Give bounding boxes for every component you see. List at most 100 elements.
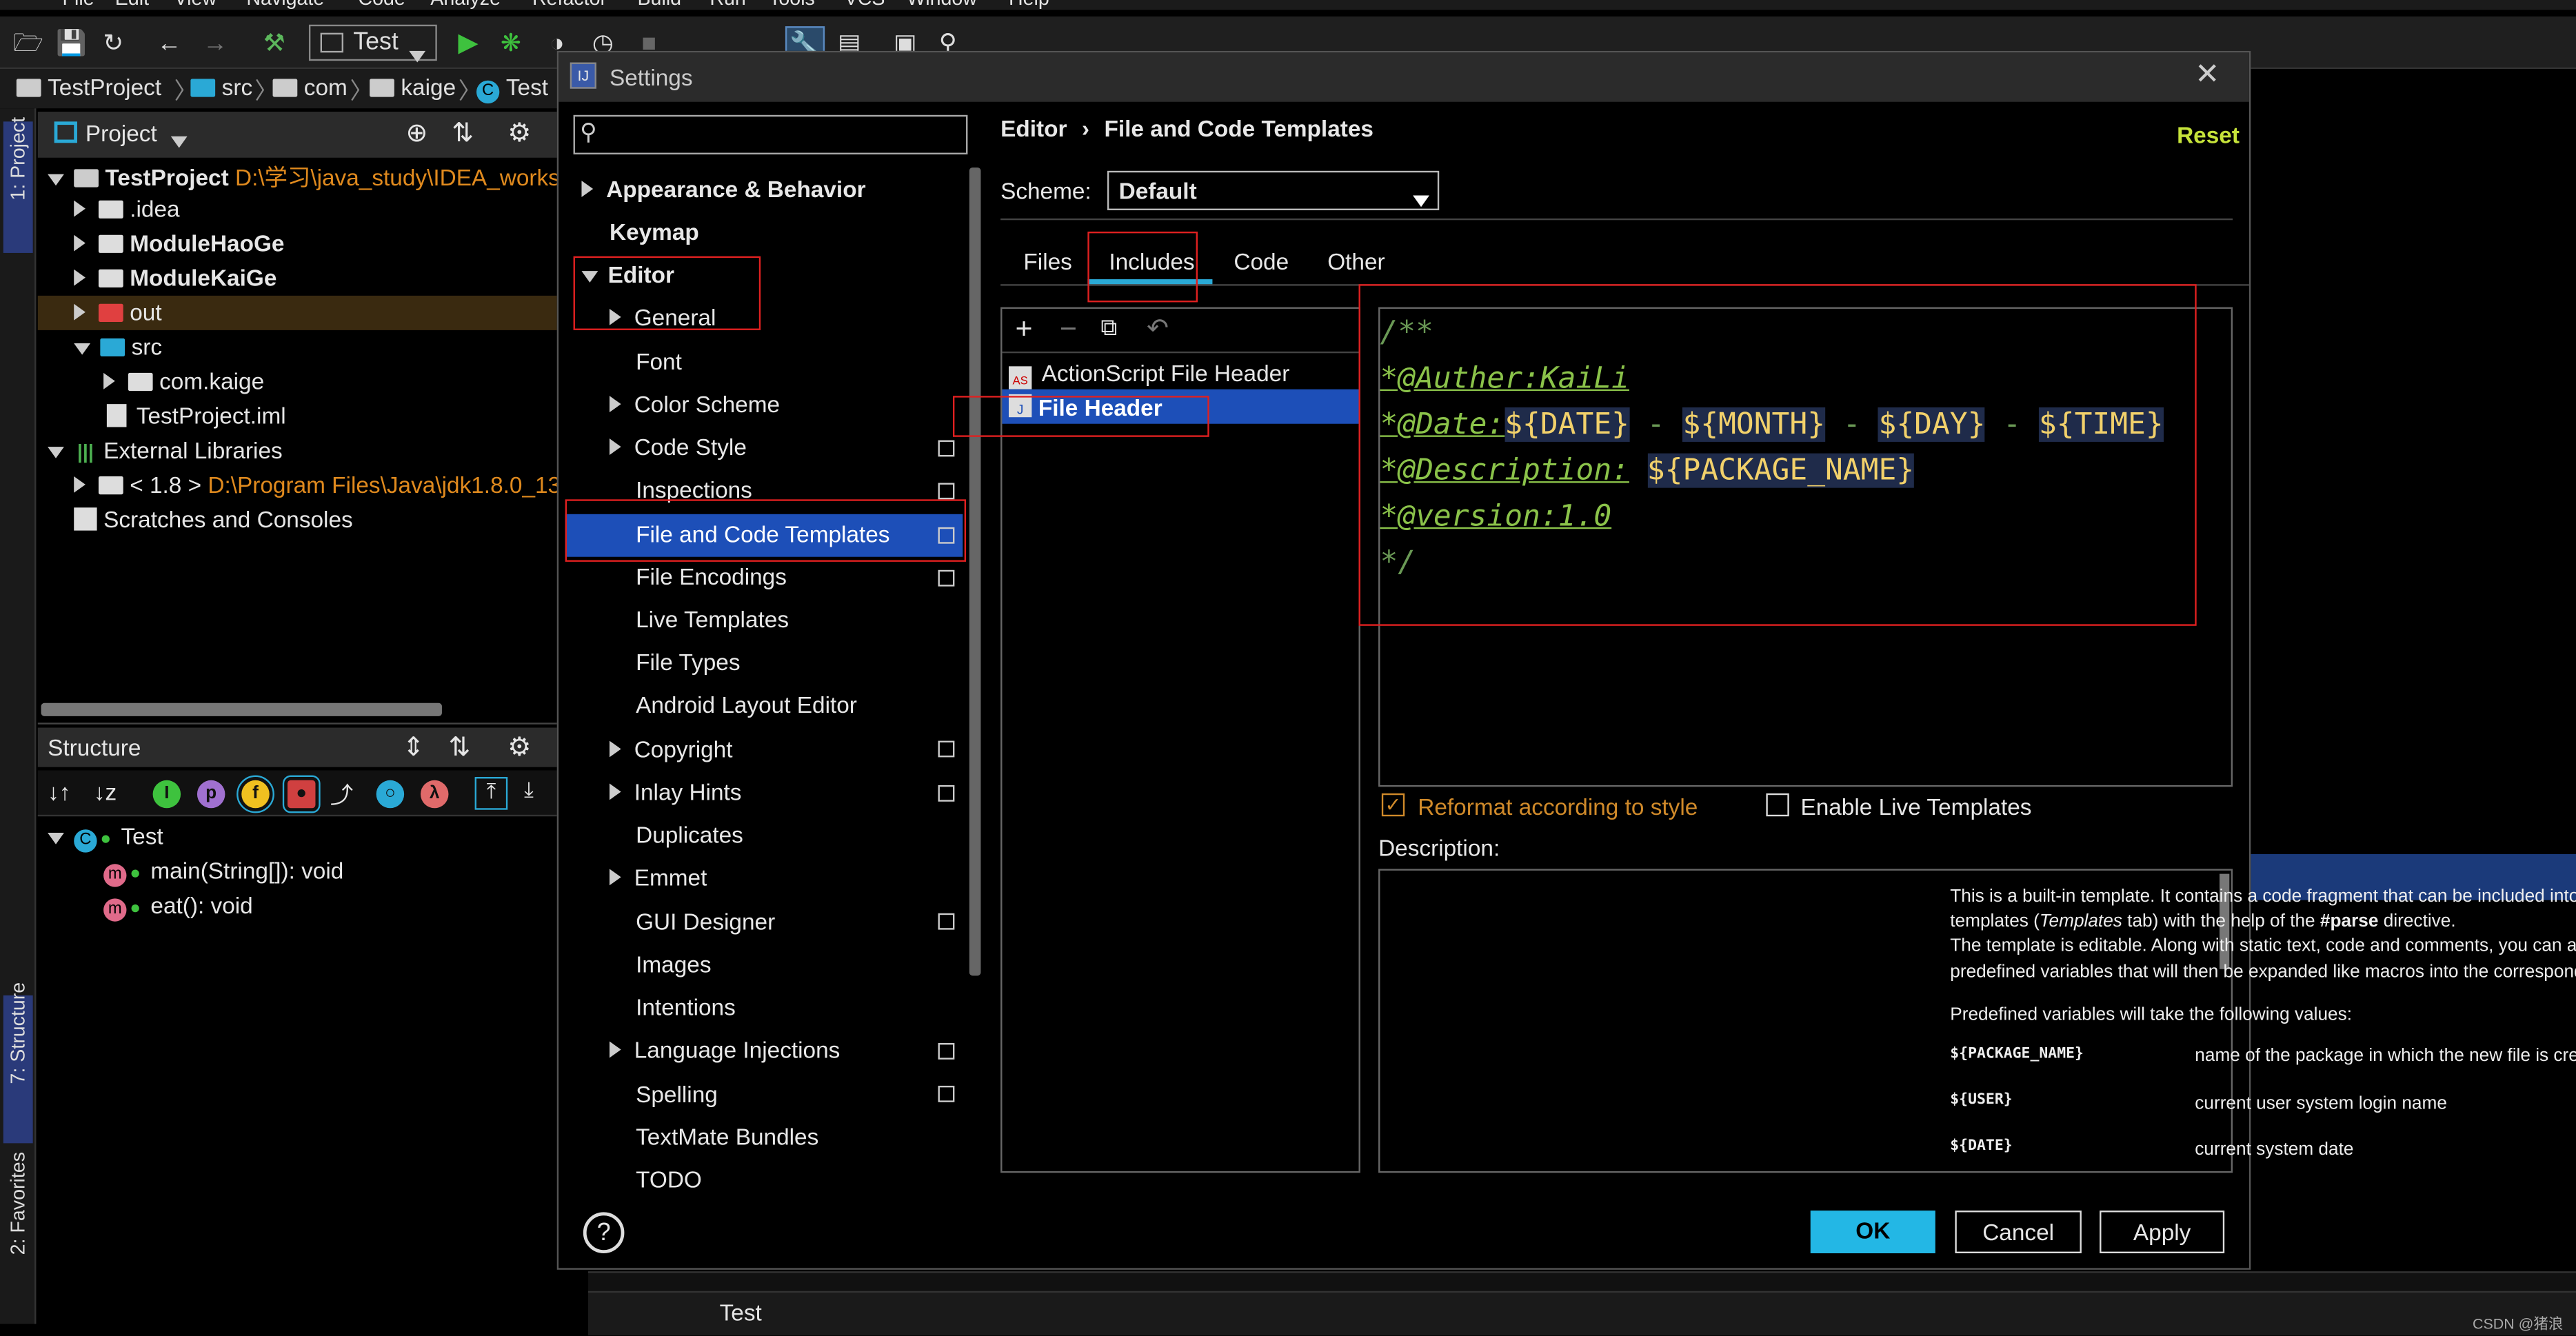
settings-item-live-templates[interactable]: Live Templates	[636, 606, 789, 632]
close-icon[interactable]: ✕	[2195, 57, 2220, 92]
settings-item-appearance[interactable]: Appearance & Behavior	[581, 176, 866, 202]
apply-button[interactable]: Apply	[2100, 1211, 2225, 1254]
settings-search-input[interactable]: ⚲	[573, 114, 968, 154]
scheme-select[interactable]: Default	[1107, 170, 1440, 210]
project-view-dropdown[interactable]: Project	[85, 120, 157, 146]
menu-code[interactable]: Code	[358, 0, 405, 10]
project-tool-tab[interactable]: 1: Project	[3, 117, 33, 253]
settings-item-gui-designer[interactable]: GUI Designer	[636, 909, 775, 935]
open-folder-icon[interactable]: 🗁	[13, 26, 43, 62]
settings-item-duplicates[interactable]: Duplicates	[636, 821, 743, 847]
tree-node-modulekaige[interactable]: ModuleKaiGe	[74, 265, 276, 291]
show-properties-icon[interactable]: p	[197, 780, 225, 809]
menu-navigate[interactable]: Navigate	[246, 0, 324, 10]
help-button[interactable]: ?	[583, 1212, 625, 1254]
structure-node-method[interactable]: m ● eat(): void	[103, 892, 253, 922]
gear-icon[interactable]: ⚙	[507, 731, 531, 764]
tree-node-jdk[interactable]: < 1.8 > D:\Program Files\Java\jdk1.8.0_1…	[74, 472, 561, 498]
settings-item-android-layout-editor[interactable]: Android Layout Editor	[636, 691, 857, 718]
collapse-all-icon[interactable]: ⇅	[452, 117, 474, 150]
tree-node-modulehaoge[interactable]: ModuleHaoGe	[74, 230, 285, 256]
structure-tool-tab[interactable]: 7: Structure	[3, 982, 33, 1144]
back-arrow-icon[interactable]: ←	[154, 26, 184, 62]
show-fields-icon[interactable]: f	[237, 775, 274, 813]
run-configuration-select[interactable]: Test	[308, 24, 437, 63]
copy-icon[interactable]: ⧉	[1100, 314, 1117, 342]
menu-analyze[interactable]: Analyze	[430, 0, 501, 10]
settings-item-keymap[interactable]: Keymap	[610, 219, 699, 245]
settings-item-file-encodings[interactable]: File Encodings	[636, 563, 787, 589]
cancel-button[interactable]: Cancel	[1955, 1211, 2082, 1254]
gear-icon[interactable]: ⚙	[507, 117, 531, 150]
save-icon[interactable]: 💾	[56, 26, 87, 62]
settings-item-intentions[interactable]: Intentions	[636, 994, 736, 1020]
reset-undo-icon[interactable]: ↶	[1147, 312, 1169, 345]
tree-node-scratches[interactable]: Scratches and Consoles	[74, 506, 353, 532]
settings-item-color-scheme[interactable]: Color Scheme	[609, 391, 780, 417]
template-item-actionscript[interactable]: AS ActionScript File Header	[1008, 360, 1289, 389]
anonymous-classes-icon[interactable]: ○	[376, 780, 405, 809]
settings-item-spelling[interactable]: Spelling	[636, 1081, 718, 1107]
remove-icon[interactable]: −	[1060, 312, 1077, 347]
autoscroll-to-source-icon[interactable]: ⤒	[474, 777, 508, 810]
tree-node-iml[interactable]: TestProject.iml	[106, 403, 286, 429]
tree-node-com-kaige[interactable]: com.kaige	[103, 368, 264, 394]
show-non-public-icon[interactable]: ●	[282, 775, 321, 813]
tree-node-out[interactable]: out	[74, 299, 162, 325]
crumb-test[interactable]: C Test	[476, 74, 548, 104]
ok-button[interactable]: OK	[1810, 1211, 1935, 1254]
crumb-com[interactable]: com	[272, 74, 348, 100]
tree-node-src[interactable]: src	[74, 334, 162, 360]
structure-node-class[interactable]: C ● Test	[48, 823, 163, 853]
menu-refactor[interactable]: Refactor	[532, 0, 607, 10]
settings-tree-scrollbar[interactable]	[969, 168, 981, 976]
menu-help[interactable]: Help	[1009, 0, 1049, 10]
chevron-down-icon[interactable]	[170, 126, 197, 152]
settings-item-inlay-hints[interactable]: Inlay Hints	[609, 778, 741, 805]
settings-item-file-types[interactable]: File Types	[636, 649, 740, 675]
reset-link[interactable]: Reset	[2177, 121, 2240, 148]
add-icon[interactable]: +	[1016, 312, 1033, 347]
settings-item-emmet[interactable]: Emmet	[609, 864, 707, 890]
sync-icon[interactable]: ↻	[99, 26, 128, 62]
crumb-src[interactable]: src	[190, 74, 252, 100]
menu-vcs[interactable]: VCS	[845, 0, 885, 10]
build-hammer-icon[interactable]: ⚒	[259, 26, 289, 62]
forward-arrow-icon[interactable]: →	[201, 26, 230, 62]
tab-code[interactable]: Code	[1234, 248, 1289, 274]
tree-node-external-libraries[interactable]: ||| External Libraries	[48, 437, 283, 463]
menu-file[interactable]: File	[63, 0, 94, 10]
expand-all-icon[interactable]: ⇕	[403, 731, 425, 764]
locate-target-icon[interactable]: ⊕	[406, 117, 428, 150]
menu-view[interactable]: View	[174, 0, 217, 10]
tab-files[interactable]: Files	[1023, 248, 1071, 274]
crumb-project[interactable]: TestProject	[16, 74, 161, 100]
run-tab[interactable]: Test	[720, 1299, 762, 1326]
settings-item-todo[interactable]: TODO	[636, 1166, 702, 1193]
settings-item-code-style[interactable]: Code Style	[609, 434, 747, 460]
lambda-icon[interactable]: λ	[420, 780, 449, 809]
sort-visibility-icon[interactable]: ↓↑	[48, 778, 70, 804]
menu-window[interactable]: Window	[907, 0, 977, 10]
reformat-checkbox[interactable]: ✓	[1381, 793, 1405, 817]
run-icon[interactable]: ▶	[454, 26, 483, 62]
settings-item-textmate-bundles[interactable]: TextMate Bundles	[636, 1124, 818, 1150]
structure-node-method[interactable]: m ● main(String[]): void	[103, 858, 343, 887]
settings-item-images[interactable]: Images	[636, 951, 711, 978]
crumb-kaige[interactable]: kaige	[370, 74, 456, 100]
tree-node-root[interactable]: TestProject D:\学习\java_study\IDEA_worksp…	[48, 161, 585, 194]
menu-tools[interactable]: Tools	[769, 0, 815, 10]
menu-edit[interactable]: Edit	[115, 0, 149, 10]
sort-alpha-icon[interactable]: ↓z	[94, 778, 117, 804]
collapse-all-icon[interactable]: ⇅	[448, 731, 470, 764]
horizontal-scrollbar[interactable]	[41, 702, 442, 716]
debug-bug-icon[interactable]: ❋	[496, 26, 526, 62]
menu-build[interactable]: Build	[637, 0, 681, 10]
autoscroll-from-source-icon[interactable]: ⤓	[524, 777, 534, 803]
settings-item-language-injections[interactable]: Language Injections	[609, 1036, 840, 1063]
menu-run[interactable]: Run	[710, 0, 745, 10]
settings-item-copyright[interactable]: Copyright	[609, 736, 732, 762]
tab-other[interactable]: Other	[1327, 248, 1385, 274]
favorites-tool-tab[interactable]: 2: Favorites	[3, 1152, 33, 1320]
live-templates-checkbox[interactable]	[1766, 793, 1789, 817]
